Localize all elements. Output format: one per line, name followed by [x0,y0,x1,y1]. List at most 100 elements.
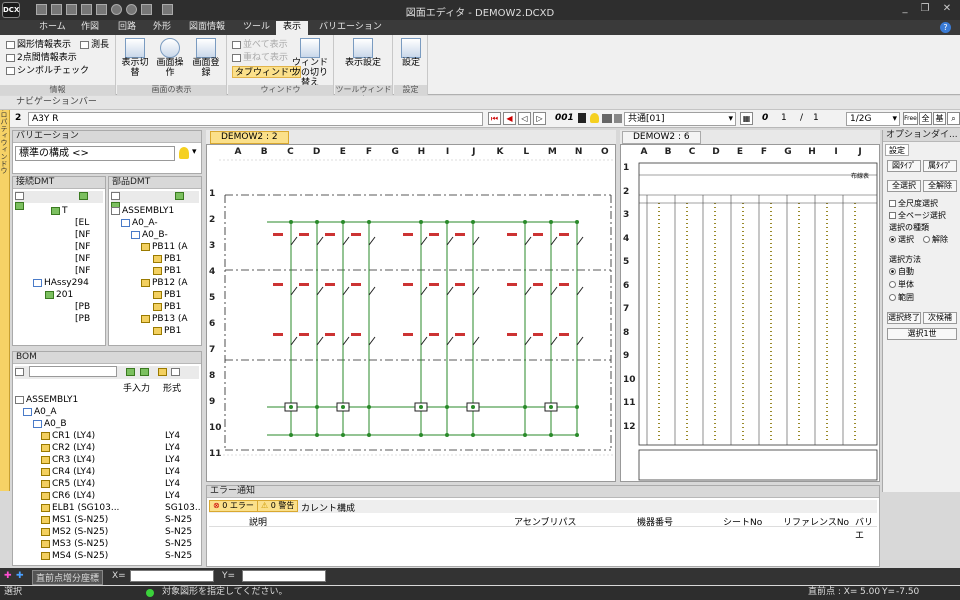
menu-drawing-info[interactable]: 図面情報 [182,21,232,35]
drawing-canvas-1[interactable]: ABCDEFGHIJKLMNO 1 2 3 4 5 6 7 8 9 10 11 [206,144,616,482]
sheet-name-field[interactable]: A3Y R [28,112,483,126]
bom-row[interactable]: CR1 (LY4) LY4 [15,430,201,442]
lock-icon[interactable] [614,114,622,123]
bom-row[interactable]: A0_A [15,406,201,418]
bom-row[interactable]: MS4 (S-N25) S-N25 [15,550,201,562]
tree-item[interactable]: 201 [17,289,90,301]
tree-item[interactable]: HAssy294 [17,277,90,289]
display-toggle-button[interactable]: 表示切替 [121,38,149,82]
preview-icon[interactable] [162,4,173,15]
method-single-radio[interactable]: 単体 [889,279,914,291]
variation-select[interactable]: 標準の構成 <> [15,146,175,161]
bom-row[interactable]: CR4 (LY4) LY4 [15,466,201,478]
plus-pink-icon[interactable]: ✚ [4,571,12,581]
warnings-filter-button[interactable]: ⚠ 0 警告 [257,500,299,512]
bom-row[interactable]: MS1 (S-N25) S-N25 [15,514,201,526]
menu-draw[interactable]: 作図 [74,21,106,35]
tree-item[interactable]: [PB [17,301,90,313]
scale-select[interactable]: 1/2G ▾ [846,112,900,126]
tile-button[interactable]: 並べて表示 [232,39,288,51]
minimize-icon[interactable]: _ [895,2,915,16]
arrow-down-icon[interactable] [78,191,88,200]
drawing-tab-2[interactable]: DEMOW2 : 6 [622,131,701,144]
bulb-icon[interactable] [179,147,189,159]
tree-item[interactable]: PB1 [111,289,188,301]
col-description[interactable]: 説明 [249,515,267,528]
tree-item[interactable]: A0_B- [111,229,188,241]
layer-settings-icon[interactable]: ▦ [740,112,753,125]
attribute-type-button[interactable]: 属ﾀｲﾌﾟ [923,160,957,172]
drawing-tab-1[interactable]: DEMOW2 : 2 [210,131,289,144]
col-sheet-no[interactable]: シートNo [723,515,762,528]
back-icon[interactable]: ◁ [518,112,531,125]
zoom-icon[interactable]: ⌕ [947,112,960,125]
screen-register-button[interactable]: 画面登録 [189,38,223,82]
bom-row[interactable]: CR3 (LY4) LY4 [15,454,201,466]
chevron-down-icon[interactable]: ▾ [192,147,197,157]
prev-page-icon[interactable]: ◀ [503,112,516,125]
options-tab-settings[interactable]: 設定 [885,144,909,156]
menu-tools[interactable]: ツール [236,21,277,35]
bom-row[interactable]: ELB1 (SG103... SG103... [15,502,201,514]
help-icon[interactable]: ? [940,22,951,33]
all-button[interactable]: 全 [919,112,932,125]
col-device-number[interactable]: 機器番号 [637,515,673,528]
new-icon[interactable] [15,367,24,376]
errors-filter-button[interactable]: ⊗ 0 エラー [209,500,258,512]
menu-circuit[interactable]: 回路 [111,21,143,35]
cascade-button[interactable]: 重ねて表示 [232,52,288,64]
all-page-checkbox[interactable]: 全ページ選択 [889,210,946,222]
display-settings-button[interactable]: 表示設定 [343,38,383,82]
measure-button[interactable]: 測長 [80,39,109,51]
figure-type-button[interactable]: 図ﾀｲﾌﾟ [887,160,921,172]
bulb-icon[interactable] [590,113,599,123]
col-reference-no[interactable]: リファレンスNo [783,515,849,528]
all-scale-checkbox[interactable]: 全尺度選択 [889,198,938,210]
tree-item[interactable]: [PB [17,313,90,325]
tree-item[interactable]: ASSEMBLY1 [111,205,188,217]
new-icon[interactable] [111,191,120,200]
kind-select-radio[interactable]: 選択 [889,234,914,246]
method-range-radio[interactable]: 範囲 [889,292,914,304]
tree-item[interactable]: PB1 [111,325,188,337]
menu-view[interactable]: 表示 [276,21,309,35]
new-icon[interactable] [15,191,24,200]
tree-item[interactable]: T [17,205,90,217]
tree-item[interactable]: [NF [17,229,90,241]
bom-row[interactable]: A0_B [15,418,201,430]
new-file-icon[interactable] [36,4,47,15]
deselect-all-button[interactable]: 全解除 [923,180,957,192]
menu-variation[interactable]: バリエーション [312,21,389,35]
col-variation[interactable]: バリエ [855,515,877,541]
printer-icon[interactable] [602,114,612,123]
arrow-up-icon[interactable] [139,367,149,376]
menu-outline[interactable]: 外形 [146,21,178,35]
tree-item[interactable]: PB1 [111,253,188,265]
tree-item[interactable]: PB11 (A [111,241,188,253]
undo-icon[interactable] [111,4,122,15]
bom-row[interactable]: ASSEMBLY1 [15,394,201,406]
x-input[interactable] [130,570,214,582]
layer-select[interactable]: 共通[01] ▾ [624,112,736,126]
drawing-canvas-2[interactable]: ABCDEFGHIJ 1 2 3 4 5 6 7 8 9 10 11 12 布線表 [620,144,880,482]
base-button[interactable]: 基 [933,112,946,125]
select-all-button[interactable]: 全選択 [887,180,921,192]
close-icon[interactable]: ✕ [937,2,957,16]
method-auto-radio[interactable]: 自動 [889,266,914,278]
tree-item[interactable]: [NF [17,241,90,253]
save-all-icon[interactable] [81,4,92,15]
bom-row[interactable]: MS2 (S-N25) S-N25 [15,526,201,538]
next-candidate-button[interactable]: 次候補 [923,312,957,324]
shape-info-button[interactable]: 図形情報表示 [6,39,71,51]
open-file-icon[interactable] [51,4,62,15]
settings-icon[interactable] [171,367,181,376]
tree-item[interactable]: [NF [17,253,90,265]
tree-item[interactable]: PB13 (A [111,313,188,325]
app-logo[interactable]: DCX [2,2,20,18]
kind-release-radio[interactable]: 解除 [923,234,948,246]
forward-icon[interactable]: ▷ [533,112,546,125]
bom-row[interactable]: CR2 (LY4) LY4 [15,442,201,454]
print-icon[interactable] [141,4,152,15]
arrow-down-icon[interactable] [174,191,184,200]
two-point-info-button[interactable]: 2点間情報表示 [6,52,77,64]
